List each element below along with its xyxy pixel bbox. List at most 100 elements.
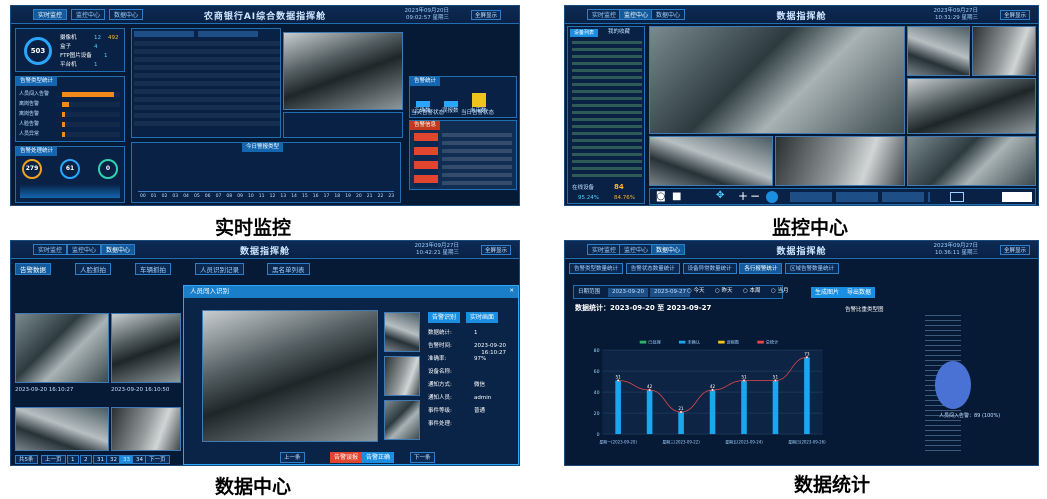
radio-option[interactable]: ○ 昨天 xyxy=(715,288,733,295)
camera-view[interactable] xyxy=(907,136,1036,186)
camera-snapshot[interactable] xyxy=(283,32,403,110)
bar-track xyxy=(62,102,120,107)
line-point xyxy=(616,379,620,382)
camera-view[interactable] xyxy=(907,26,970,76)
table-row[interactable] xyxy=(134,65,280,70)
caption-monitor-center: 监控中心 xyxy=(772,217,849,239)
radio-option[interactable]: ○ 今天 xyxy=(687,288,705,295)
next-button[interactable]: 下一条 xyxy=(410,452,435,463)
stat-value: 1 xyxy=(104,53,108,59)
subtab[interactable]: 区域告警数量统计 xyxy=(785,263,840,274)
layout-grid-icon[interactable] xyxy=(950,192,964,202)
table-row[interactable] xyxy=(134,41,280,46)
bar-fill xyxy=(62,132,65,137)
subtab[interactable]: 设备异常数量统计 xyxy=(682,263,737,274)
camera-icon[interactable]: ◙ xyxy=(656,192,666,202)
close-icon[interactable]: ✕ xyxy=(509,288,514,295)
table-row[interactable] xyxy=(134,57,280,62)
main-camera-view[interactable] xyxy=(649,26,905,134)
bar-fill xyxy=(62,122,65,127)
alarm-thumbnail[interactable] xyxy=(111,407,181,451)
pager-item[interactable]: 上一页 xyxy=(41,455,66,464)
camera-view[interactable] xyxy=(907,78,1036,134)
radio-option[interactable]: ○ 当月 xyxy=(771,288,789,295)
filter-select[interactable] xyxy=(198,31,258,37)
camera-view[interactable] xyxy=(775,136,905,186)
alarm-thumbnail[interactable] xyxy=(15,313,109,383)
zoom-out-icon[interactable]: − xyxy=(750,190,760,202)
legend-label: 总统计 xyxy=(766,339,779,346)
talk-icon[interactable] xyxy=(766,191,778,203)
device-tree-list[interactable] xyxy=(572,41,642,181)
status-label: 当日告警状态 xyxy=(461,110,495,116)
table-row[interactable] xyxy=(134,121,280,126)
table-row[interactable] xyxy=(134,73,280,78)
alarm-text-list[interactable] xyxy=(442,133,512,187)
subtab[interactable]: 告警类型数量统计 xyxy=(569,263,624,274)
stat-label: 平台机 xyxy=(60,62,77,68)
pager-item[interactable]: 2 xyxy=(80,455,92,464)
fullscreen-view-button[interactable] xyxy=(1002,192,1032,202)
subtab-blacklist[interactable]: 黑名单列表 xyxy=(267,263,310,275)
subtab-person-record[interactable]: 人员识别记录 xyxy=(195,263,244,275)
camera-view[interactable] xyxy=(972,26,1036,76)
fullscreen-button[interactable]: 全屏显示 xyxy=(480,245,511,255)
tree-tab-devices[interactable]: 设备列表 xyxy=(570,29,599,37)
pager-item[interactable]: 1 xyxy=(67,455,79,464)
live-view-button[interactable]: 实时画面 xyxy=(466,312,499,323)
ptz-control-icon[interactable]: ✥ xyxy=(716,191,724,201)
bar-chart: 0 20 40 60 80 51 星期一(2023-09-20) 42 21 星期三(2023-0… xyxy=(594,339,826,445)
filter-select[interactable] xyxy=(134,31,194,37)
false-alarm-button[interactable]: 告警误报 xyxy=(330,452,363,463)
top-bar: 实时监控 监控中心 数据中心 农商银行AI综合数据指挥舱 2023年09月20日… xyxy=(11,6,519,24)
tree-tab-favorites[interactable]: 我的收藏 xyxy=(608,29,630,36)
fullscreen-button[interactable]: 全屏显示 xyxy=(470,10,501,20)
alarm-thumbnail[interactable] xyxy=(111,313,181,383)
generate-image-button[interactable]: 生成图片 xyxy=(811,287,844,298)
table-row[interactable] xyxy=(134,113,280,118)
line-point xyxy=(774,379,777,382)
line-point xyxy=(742,379,746,382)
date-to-input[interactable]: 2023-09-27 xyxy=(650,288,690,297)
playback-options[interactable] xyxy=(790,192,930,202)
subtab-alarm-data[interactable]: 告警数据 xyxy=(15,263,51,275)
fullscreen-button[interactable]: 全屏显示 xyxy=(999,245,1030,255)
camera-view[interactable] xyxy=(649,136,773,186)
dialog-title: 人员闯入识别 xyxy=(190,287,229,295)
alarm-image[interactable] xyxy=(202,310,378,442)
table-row[interactable] xyxy=(134,97,280,102)
confirm-alarm-button[interactable]: 告警正确 xyxy=(362,452,395,463)
subtab-face[interactable]: 人脸抓拍 xyxy=(75,263,111,275)
bar xyxy=(646,389,653,435)
caption-data-statistics: 数据统计 xyxy=(794,474,871,496)
info-key: 事件处理: xyxy=(428,421,452,427)
subtab-vehicle[interactable]: 车辆抓拍 xyxy=(135,263,171,275)
subtab[interactable]: 各行报警统计 xyxy=(739,263,783,274)
datetime: 2023年09月20日 09:02:57 星期三 xyxy=(404,8,450,21)
related-thumb[interactable] xyxy=(384,356,420,396)
line-point xyxy=(711,388,714,392)
alarm-thumbs[interactable] xyxy=(414,133,438,187)
related-thumb[interactable] xyxy=(384,400,420,440)
panel-realtime-monitoring: 实时监控 监控中心 数据中心 农商银行AI综合数据指挥舱 2023年09月20日… xyxy=(10,5,520,206)
table-row[interactable] xyxy=(134,81,280,86)
table-row[interactable] xyxy=(134,89,280,94)
prev-button[interactable]: 上一条 xyxy=(280,452,305,463)
radio-option[interactable]: ○ 本周 xyxy=(743,288,761,295)
caption-data-center: 数据中心 xyxy=(215,476,292,498)
export-data-button[interactable]: 导出数据 xyxy=(843,287,876,298)
stat-value: 12 xyxy=(94,35,101,41)
fullscreen-button[interactable]: 全屏显示 xyxy=(999,10,1030,20)
table-row[interactable] xyxy=(134,49,280,54)
data-label: 51 xyxy=(741,375,747,380)
date-from-input[interactable]: 2023-09-20 xyxy=(608,288,648,297)
alarm-thumbnail[interactable] xyxy=(15,407,109,451)
related-thumb[interactable] xyxy=(384,312,420,352)
zoom-in-icon[interactable]: + xyxy=(738,190,748,202)
subtab[interactable]: 告警状态数量统计 xyxy=(625,263,680,274)
table-row[interactable] xyxy=(134,105,280,110)
pager-item[interactable]: 下一页 xyxy=(145,455,170,464)
record-icon[interactable]: ■ xyxy=(672,192,681,202)
alarm-identify-button[interactable]: 告警识别 xyxy=(428,312,461,323)
axis-tick-label: 18 xyxy=(334,194,341,199)
